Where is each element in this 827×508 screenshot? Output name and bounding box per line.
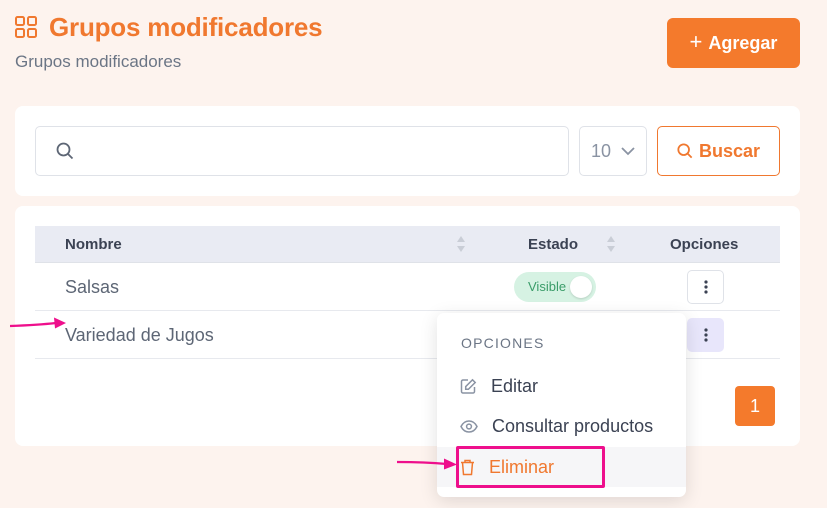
eye-icon [460, 419, 478, 433]
column-header-nombre[interactable]: Nombre [65, 236, 122, 253]
sort-icon[interactable] [606, 234, 616, 254]
search-button-label: Buscar [698, 140, 761, 161]
annotation-arrow-icon [10, 317, 66, 329]
options-button[interactable] [687, 318, 724, 352]
add-button[interactable]: + Agregar [667, 18, 800, 68]
options-button[interactable] [687, 270, 724, 304]
page-size-select[interactable]: 10 [579, 126, 647, 176]
dropdown-title: OPCIONES [461, 335, 545, 351]
menu-item-consultar-productos[interactable]: Consultar productos [437, 406, 686, 446]
breadcrumb: Grupos modificadores [15, 52, 182, 71]
annotation-highlight-box [456, 446, 605, 488]
row-name: Variedad de Jugos [65, 325, 214, 345]
menu-item-editar[interactable]: Editar [437, 366, 686, 406]
search-field[interactable] [35, 126, 569, 176]
search-input[interactable] [88, 137, 548, 167]
table-header: Nombre Estado Opciones [35, 226, 780, 263]
kebab-icon [703, 328, 708, 342]
add-button-label: Agregar [708, 32, 778, 53]
search-icon [56, 142, 74, 160]
table-row: Salsas Visible [35, 263, 780, 311]
plus-icon: + [689, 28, 703, 54]
page-size-value: 10 [591, 140, 612, 161]
menu-item-label: Consultar productos [492, 415, 654, 436]
page-title: Grupos modificadores [49, 12, 323, 42]
annotation-arrow-icon [397, 458, 457, 470]
chevron-down-icon [621, 146, 635, 155]
search-card: 10 Buscar [15, 106, 800, 196]
sort-icon[interactable] [456, 234, 466, 254]
pagination-page-1[interactable]: 1 [735, 386, 775, 426]
toggle-knob [570, 276, 592, 298]
row-name: Salsas [65, 277, 120, 297]
column-header-estado[interactable]: Estado [528, 236, 578, 253]
grid-icon [15, 16, 37, 38]
edit-icon [460, 378, 477, 394]
search-button[interactable]: Buscar [657, 126, 780, 176]
status-toggle[interactable]: Visible [514, 272, 596, 302]
kebab-icon [703, 280, 708, 294]
search-icon [677, 143, 693, 159]
column-header-opciones: Opciones [670, 236, 739, 253]
status-label: Visible [528, 279, 567, 294]
menu-item-label: Editar [491, 375, 539, 396]
